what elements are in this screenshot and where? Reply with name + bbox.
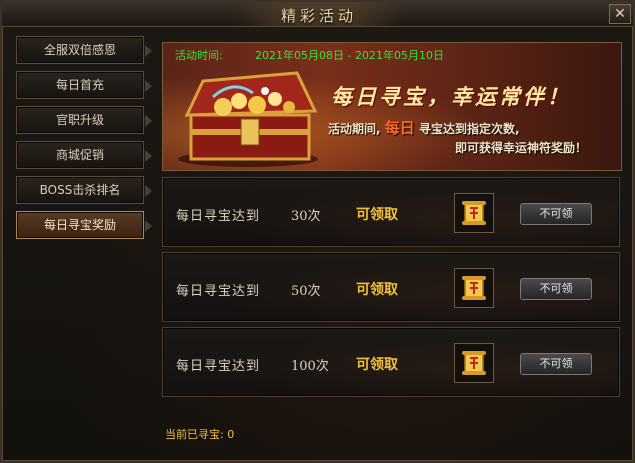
reward-row: 每日寻宝达到 100次 可领取 不可领 (162, 327, 620, 397)
reward-goal-text: 每日寻宝达到 (176, 284, 261, 299)
sidebar-item-shop-promotion[interactable]: 商城促销 (16, 141, 152, 169)
treasure-count-label: 当前已寻宝: (165, 428, 224, 441)
sidebar-item-boss-kill-ranking[interactable]: BOSS击杀排名 (16, 176, 152, 204)
reward-row: 每日寻宝达到 30次 可领取 不可领 (162, 177, 620, 247)
scroll-icon (462, 201, 486, 225)
reward-status: 可领取 (356, 282, 398, 298)
claim-button[interactable]: 不可领 (520, 353, 592, 375)
event-window: 精彩活动 ✕ 全服双倍感恩 每日首充 官职升级 商城促销 BOSS击杀排名 每日… (0, 0, 635, 463)
reward-item-slot[interactable] (454, 343, 494, 383)
scroll-icon (462, 351, 486, 375)
event-time-value: 2021年05月08日 - 2021年05月10日 (255, 49, 444, 62)
title-plate: 精彩活动 (234, 2, 404, 26)
event-banner: 活动时间: 2021年05月08日 - 2021年05月10日 每日寻宝，幸运常… (162, 42, 622, 171)
activity-content: 活动时间: 2021年05月08日 - 2021年05月10日 每日寻宝，幸运常… (162, 42, 622, 454)
reward-status: 可领取 (356, 207, 398, 223)
banner-description-line2: 即可获得幸运神符奖励！ (455, 141, 588, 155)
close-button[interactable]: ✕ (609, 4, 631, 24)
reward-status: 可领取 (356, 357, 398, 373)
sidebar-item-double-thanks[interactable]: 全服双倍感恩 (16, 36, 152, 64)
window-title: 精彩活动 (280, 7, 357, 25)
treasure-count-display: 当前已寻宝: 0 (165, 426, 234, 442)
reward-count: 100次 (291, 359, 329, 374)
claim-button[interactable]: 不可领 (520, 278, 592, 300)
reward-row: 每日寻宝达到 50次 可领取 不可领 (162, 252, 620, 322)
reward-goal-text: 每日寻宝达到 (176, 209, 261, 224)
activity-sidebar: 全服双倍感恩 每日首充 官职升级 商城促销 BOSS击杀排名 每日寻宝奖励 (16, 36, 156, 246)
reward-goal-text: 每日寻宝达到 (176, 359, 261, 374)
scroll-icon (462, 276, 486, 300)
claim-button[interactable]: 不可领 (520, 203, 592, 225)
reward-count: 30次 (291, 209, 321, 224)
sidebar-item-daily-first-recharge[interactable]: 每日首充 (16, 71, 152, 99)
banner-line1-highlight: 每日 (384, 119, 415, 137)
event-time-label: 活动时间: (175, 49, 223, 62)
treasure-chest-image (178, 71, 318, 167)
treasure-count-value: 0 (227, 428, 235, 441)
title-bar: 精彩活动 ✕ (2, 2, 633, 27)
banner-description-line1: 活动期间, 每日 寻宝达到指定次数, (328, 117, 520, 138)
banner-line1-suffix: 寻宝达到指定次数, (418, 122, 520, 136)
reward-item-slot[interactable] (454, 268, 494, 308)
banner-headline: 每日寻宝，幸运常伴！ (331, 84, 571, 109)
reward-count: 50次 (291, 284, 321, 299)
reward-item-slot[interactable] (454, 193, 494, 233)
sidebar-item-rank-upgrade[interactable]: 官职升级 (16, 106, 152, 134)
banner-line1-prefix: 活动期间, (328, 122, 381, 136)
sidebar-item-daily-treasure-reward[interactable]: 每日寻宝奖励 (16, 211, 152, 239)
